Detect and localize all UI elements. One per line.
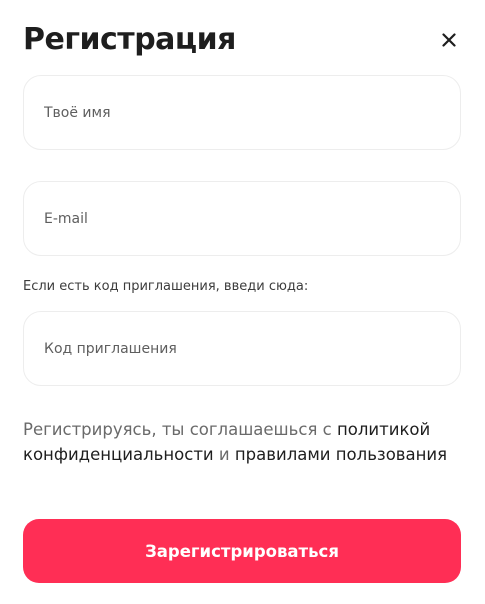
modal-title: Регистрация	[23, 22, 236, 57]
register-button[interactable]: Зарегистрироваться	[23, 519, 461, 583]
email-input[interactable]	[23, 181, 461, 256]
agreement-prefix: Регистрируясь, ты соглашаешься с	[23, 420, 337, 439]
close-button[interactable]	[437, 28, 461, 52]
registration-modal: Регистрация Если есть код приглашения, в…	[0, 0, 485, 604]
agreement-conjunction: и	[213, 444, 235, 464]
agreement-text: Регистрируясь, ты соглашаешься с политик…	[23, 418, 468, 467]
invite-code-hint: Если есть код приглашения, введи сюда:	[23, 279, 309, 294]
close-icon	[442, 33, 456, 47]
invite-code-input[interactable]	[23, 311, 461, 386]
name-input[interactable]	[23, 75, 461, 150]
terms-of-use-link[interactable]: правилами пользования	[235, 445, 447, 464]
